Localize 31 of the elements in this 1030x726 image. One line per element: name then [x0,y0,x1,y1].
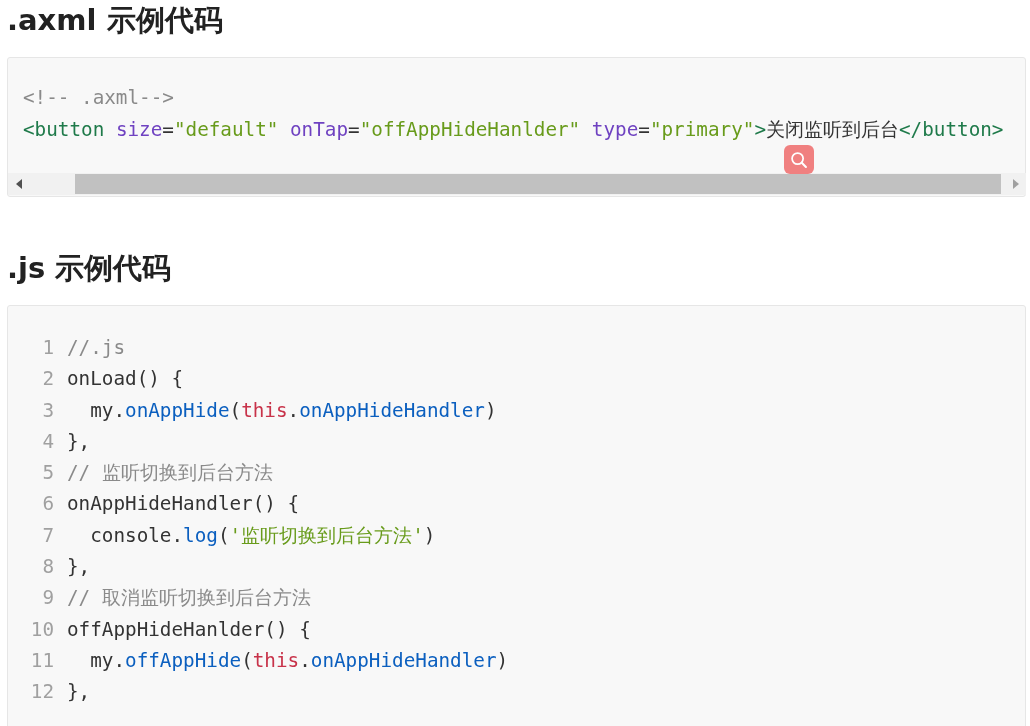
line-number: 12 [29,679,55,706]
code-line: onAppHideHandler() { [67,491,300,518]
code-line: }, [67,428,91,455]
code-line: my.onAppHide(this.onAppHideHandler) [89,397,497,424]
search-button[interactable] [784,145,814,174]
code-line: // 监听切换到后台方法 [67,460,273,487]
horizontal-scrollbar[interactable] [8,173,1026,195]
code-line: my.offAppHide(this.onAppHideHandler) [89,647,509,674]
code-line: onLoad() { [67,366,184,393]
code-line: offAppHideHanlder() { [67,616,311,643]
line-number: 9 [41,585,55,612]
line-number: 11 [29,647,55,674]
line-number: 8 [41,554,55,581]
code-line: }, [67,679,91,706]
line-number: 4 [41,428,55,455]
line-number: 7 [41,522,55,549]
line-number: 10 [29,616,55,643]
section-heading: .js 示例代码 [7,250,173,287]
line-number: 2 [41,366,55,393]
line-number: 1 [41,335,55,361]
code-line: // 取消监听切换到后台方法 [67,585,311,612]
code-line: <button size="default" onTap="offAppHideHanlder" type="primary">关闭监听到后台</button> [23,116,1004,143]
search-icon [790,150,808,169]
line-number: 5 [41,460,55,487]
section-heading: .axml 示例代码 [7,2,224,39]
line-number: 6 [41,491,55,518]
code-line: }, [67,554,91,581]
line-number: 3 [41,397,55,424]
code-line: console.log('监听切换到后台方法') [89,522,436,549]
code-line: <!-- .axml--> [23,85,174,111]
code-line: //.js [67,335,126,361]
